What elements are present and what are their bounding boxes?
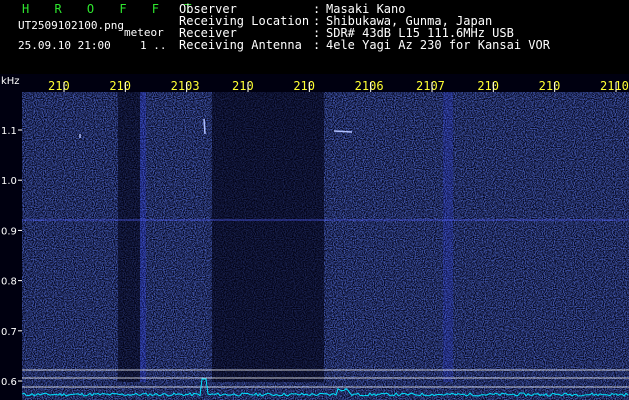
freq-tick-label: 1.0 — [1, 176, 17, 187]
time-tick-label: 2107 — [416, 79, 445, 93]
time-tick-label: 210 — [232, 79, 254, 93]
spectrogram-noise — [22, 92, 629, 400]
info-label: Receiving Antenna — [179, 38, 302, 52]
time-tick-label: 2103 — [171, 79, 200, 93]
dark-band — [118, 92, 140, 382]
meteor-echo — [203, 118, 206, 135]
freq-tick-label: 1.1 — [1, 126, 17, 137]
page-indicator: 1 .. — [140, 39, 167, 52]
bright-band — [443, 92, 453, 382]
time-tick-label: 2106 — [355, 79, 384, 93]
info-separator: : — [313, 38, 321, 52]
time-tick-label: 210 — [48, 79, 70, 93]
meteor-echo — [333, 130, 353, 133]
freq-tick-label: 0.8 — [1, 277, 17, 288]
time-tick-label: 210 — [293, 79, 315, 93]
time-tick-label: 210 — [539, 79, 561, 93]
info-row-antenna: Receiving Antenna:4ele Yagi Az 230 for K… — [179, 39, 550, 51]
station-info: Observer: Masaki Kano Receiving Location:… — [179, 3, 550, 51]
time-tick-label: 210 — [109, 79, 131, 93]
unit-label: kHz — [1, 76, 20, 87]
mode-label: meteor — [124, 26, 164, 39]
time-tick-label: 210 — [477, 79, 499, 93]
header-panel: H R O F F T UT2509102100.png meteor 25.0… — [0, 0, 629, 74]
freq-tick-label: 0.9 — [1, 226, 17, 237]
freq-tick-label: 0.7 — [1, 327, 17, 338]
bright-band — [140, 92, 146, 382]
time-tick-label: 2110 — [600, 79, 629, 93]
info-value: 4ele Yagi Az 230 for Kansai VOR — [326, 38, 550, 52]
spectrogram: 210 210 2103 210 210 2106 2107 210 210 2110 1.1 1.… — [0, 74, 629, 400]
dark-band — [212, 92, 324, 382]
app-title: H R O F F T — [22, 2, 201, 16]
freq-tick-label: 0.6 — [1, 377, 17, 388]
datetime: 25.09.10 21:00 — [18, 39, 111, 52]
file-name: UT2509102100.png — [18, 19, 124, 32]
